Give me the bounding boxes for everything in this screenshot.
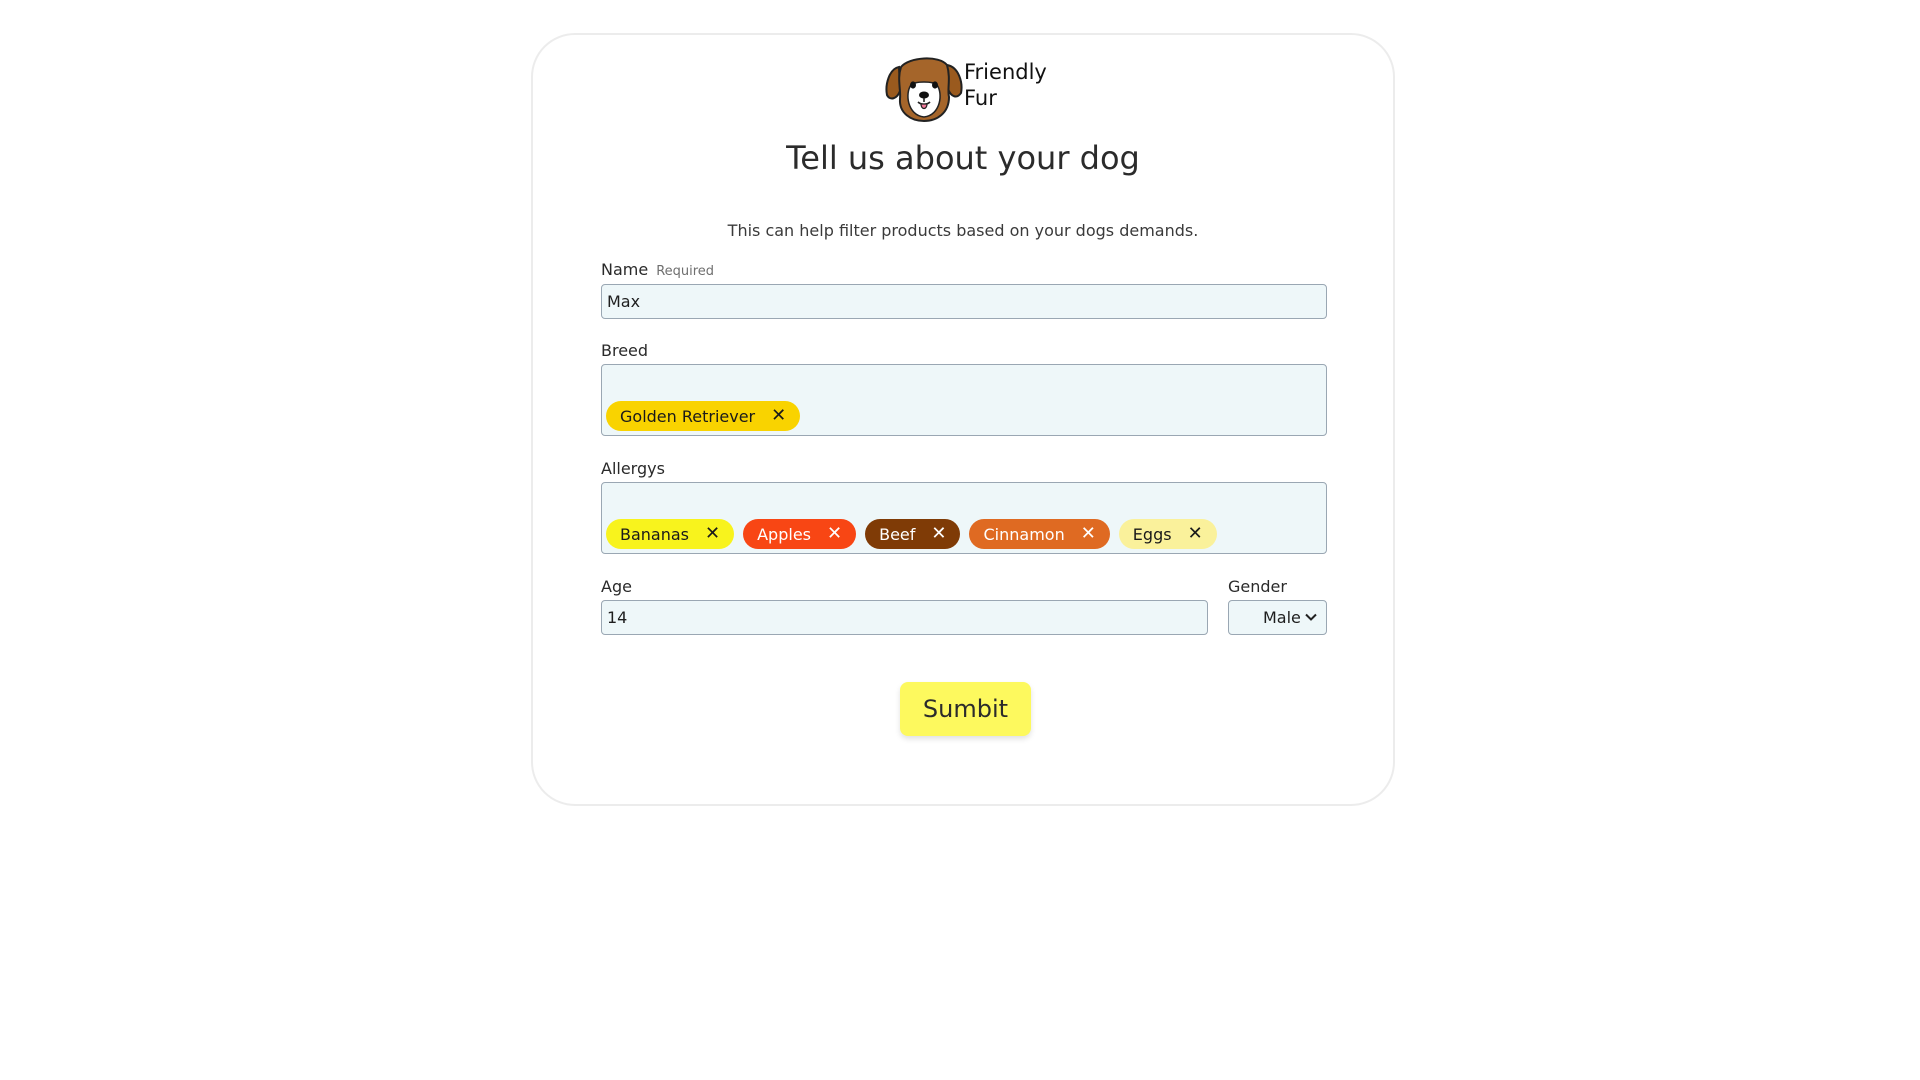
- submit-button[interactable]: Sumbit: [900, 682, 1031, 736]
- name-input[interactable]: [601, 284, 1327, 319]
- gender-selected-value: Male: [1263, 608, 1301, 627]
- breed-tags: Golden Retriever ✕: [606, 401, 801, 431]
- dog-profile-card: Friendly Fur Tell us about your dog This…: [531, 33, 1395, 806]
- breed-tag-input[interactable]: Golden Retriever ✕: [601, 364, 1327, 436]
- remove-tag-icon[interactable]: ✕: [771, 407, 786, 425]
- brand-name: Friendly Fur: [964, 60, 1047, 110]
- tag-label: Beef: [879, 524, 916, 544]
- dog-face-icon: [885, 57, 963, 123]
- gender-select[interactable]: Male: [1228, 600, 1327, 635]
- page-title: Tell us about your dog: [786, 139, 1140, 177]
- tag-label: Golden Retriever: [620, 406, 756, 426]
- remove-tag-icon[interactable]: ✕: [1081, 525, 1096, 543]
- age-input[interactable]: [601, 600, 1208, 635]
- name-label: Name Required: [601, 260, 714, 279]
- breed-label: Breed: [601, 341, 649, 360]
- allergy-tags: Bananas ✕ Apples ✕ Beef ✕ Cinnamon ✕ Egg…: [606, 519, 1217, 549]
- tag-label: Eggs: [1132, 524, 1172, 544]
- remove-tag-icon[interactable]: ✕: [705, 525, 720, 543]
- tag-label: Apples: [757, 524, 811, 544]
- allergys-label: Allergys: [601, 459, 665, 478]
- chevron-down-icon: [1305, 613, 1317, 621]
- tag-label: Cinnamon: [983, 524, 1065, 544]
- allergy-tag: Cinnamon ✕: [969, 519, 1110, 549]
- age-label: Age: [601, 577, 632, 596]
- gender-label: Gender: [1228, 577, 1287, 596]
- allergy-tag: Apples ✕: [743, 519, 857, 549]
- name-label-text: Name: [601, 260, 649, 279]
- remove-tag-icon[interactable]: ✕: [931, 525, 946, 543]
- allergy-tag: Beef ✕: [865, 519, 961, 549]
- allergy-tag: Eggs ✕: [1118, 519, 1217, 549]
- tag-label: Bananas: [620, 524, 690, 544]
- page-subtitle: This can help filter products based on y…: [727, 221, 1199, 240]
- allergys-tag-input[interactable]: Bananas ✕ Apples ✕ Beef ✕ Cinnamon ✕ Egg…: [601, 482, 1327, 554]
- required-hint: Required: [656, 264, 715, 279]
- brand: Friendly Fur: [885, 55, 1055, 125]
- breed-tag: Golden Retriever ✕: [606, 401, 801, 431]
- remove-tag-icon[interactable]: ✕: [827, 525, 842, 543]
- allergy-tag: Bananas ✕: [606, 519, 735, 549]
- remove-tag-icon[interactable]: ✕: [1188, 525, 1203, 543]
